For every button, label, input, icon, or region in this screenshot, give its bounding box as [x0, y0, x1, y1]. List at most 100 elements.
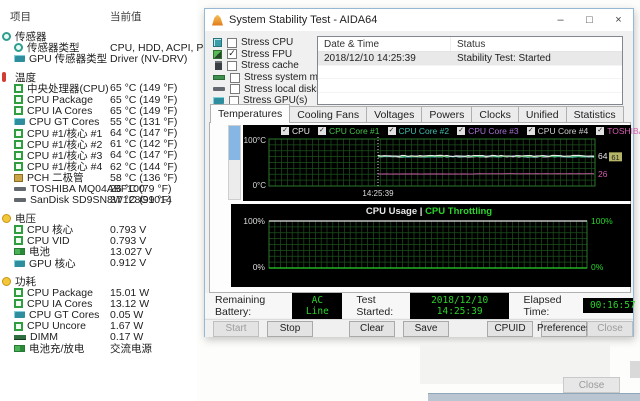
stress-option-label: Stress CPU	[241, 37, 293, 48]
status-lcd-value: 2018/12/10 14:25:39	[410, 293, 510, 319]
chart-tabs: TemperaturesCooling FansVoltagesPowersCl…	[210, 106, 623, 123]
sensor-item-value: 61 °C (142 °F)	[110, 138, 177, 150]
stress-local-disks-checkbox[interactable]	[230, 84, 240, 94]
cpuid-button[interactable]: CPUID	[487, 321, 533, 337]
stress-cpu-checkbox[interactable]	[227, 38, 237, 48]
svg-text:0°C: 0°C	[253, 181, 267, 190]
sensor-item-row[interactable]: SanDisk SD9SN8W128G101437 °C (99 °F)	[0, 195, 197, 206]
log-row[interactable]: 2018/12/10 14:25:39Stability Test: Start…	[318, 52, 622, 66]
stop-button[interactable]: Stop	[267, 321, 313, 337]
sensor-item-label: GPU 核心	[29, 256, 76, 271]
legend-item[interactable]: ✓TOSHIBA MQ04ABF100	[596, 126, 640, 136]
save-button[interactable]: Save	[403, 321, 449, 337]
svg-text:64: 64	[598, 151, 608, 161]
stress-cache-checkbox[interactable]	[227, 61, 237, 71]
chip-icon	[14, 236, 23, 245]
tab-powers[interactable]: Powers	[421, 106, 472, 123]
stress-option-label: Stress FPU	[241, 49, 292, 60]
stability-test-window: System Stability Test - AIDA64 – □ × Str…	[204, 8, 634, 337]
maximize-button[interactable]: □	[575, 9, 604, 31]
legend-label: CPU	[292, 126, 310, 136]
legend-item[interactable]: ✓CPU Core #1	[318, 126, 380, 136]
slider-thumb[interactable]	[229, 126, 240, 160]
stress-system-memory-checkbox[interactable]	[230, 73, 240, 83]
sensor-item-row[interactable]: CPU Package15.01 W	[0, 287, 197, 298]
gpu-icon	[14, 55, 25, 62]
chart-scale-slider[interactable]	[228, 125, 241, 200]
sensor-item-row[interactable]: CPU GT Cores0.05 W	[0, 309, 197, 320]
minimize-button[interactable]: –	[546, 9, 575, 31]
tab-clocks[interactable]: Clocks	[471, 106, 519, 123]
chip-icon	[14, 129, 23, 138]
fpu-icon	[213, 50, 222, 59]
chip-icon	[14, 84, 23, 93]
sensor-item-label: GPU 传感器类型	[29, 51, 107, 66]
clear-button[interactable]: Clear	[349, 321, 395, 337]
sensor-item-row[interactable]: CPU IA Cores 65 °C (149 °F)	[0, 105, 197, 116]
legend-label: CPU Core #4	[538, 126, 589, 136]
sensor-item-row[interactable]: 电池充/放电交流电源	[0, 343, 197, 354]
legend-checkbox-icon[interactable]: ✓	[388, 127, 396, 135]
chip-icon	[14, 162, 23, 171]
background-close-button[interactable]: Close	[563, 377, 620, 393]
aida64-app-icon	[212, 15, 223, 26]
sensor-item-label: CPU IA Cores	[27, 105, 92, 117]
legend-checkbox-icon[interactable]: ✓	[596, 127, 604, 135]
chip-icon	[14, 299, 23, 308]
sensor-item-row[interactable]: CPU Uncore1.67 W	[0, 321, 197, 332]
log-row-empty	[318, 66, 622, 80]
legend-item[interactable]: ✓CPU Core #4	[527, 126, 589, 136]
legend-checkbox-icon[interactable]: ✓	[318, 127, 326, 135]
svg-text:100°C: 100°C	[244, 136, 267, 145]
sensor-group-row: 功耗	[0, 276, 197, 287]
background-window-edge	[428, 393, 640, 401]
sensor-item-value: 0.793 V	[110, 235, 146, 247]
close-button[interactable]: ×	[604, 9, 633, 31]
sensor-item-value: 64 °C (147 °F)	[110, 127, 177, 139]
sensor-item-row[interactable]: PCH 二极管58 °C (136 °F)	[0, 172, 197, 183]
legend-checkbox-icon[interactable]: ✓	[527, 127, 535, 135]
chip-icon	[14, 225, 23, 234]
sensor-item-row[interactable]: GPU 核心 0.912 V	[0, 258, 197, 269]
chip-icon	[14, 95, 23, 104]
sensor-item-row[interactable]: TOSHIBA MQ04ABF10026 °C (79 °F)	[0, 183, 197, 194]
sensor-item-value: 65 °C (149 °F)	[110, 105, 177, 117]
status-label: Elapsed Time:	[523, 294, 575, 318]
tab-unified[interactable]: Unified	[518, 106, 567, 123]
sensor-item-value: 0.912 V	[110, 257, 146, 269]
cpu-usage-chart-plot: CPU Usage | CPU Throttling100%0%100%0%	[231, 204, 631, 287]
disk-icon	[213, 87, 225, 91]
tab-statistics[interactable]: Statistics	[566, 106, 624, 123]
event-log-table[interactable]: Date & Time Status 2018/12/10 14:25:39St…	[317, 36, 623, 105]
legend-label: TOSHIBA MQ04ABF100	[607, 126, 640, 136]
titlebar[interactable]: System Stability Test - AIDA64 – □ ×	[205, 9, 633, 31]
tab-cooling-fans[interactable]: Cooling Fans	[289, 106, 367, 123]
tab-voltages[interactable]: Voltages	[366, 106, 422, 123]
sensor-item-value: 37 °C (99 °F)	[110, 194, 172, 206]
sensor-item-row[interactable]: 中央处理器(CPU)65 °C (149 °F)	[0, 83, 197, 94]
legend-item[interactable]: ✓CPU Core #3	[457, 126, 519, 136]
temperature-chart-plot: 100°C0°C14:25:39646126	[243, 125, 631, 201]
legend-item[interactable]: ✓CPU	[281, 126, 310, 136]
temperature-chart-legend: ✓CPU✓CPU Core #1✓CPU Core #2✓CPU Core #3…	[281, 126, 640, 136]
legend-checkbox-icon[interactable]: ✓	[457, 127, 465, 135]
sensor-item-value: 13.12 W	[110, 298, 149, 310]
status-label: Test Started:	[356, 294, 402, 318]
tab-temperatures[interactable]: Temperatures	[210, 104, 290, 123]
memory-icon	[213, 75, 225, 80]
sensor-item-value: 1.67 W	[110, 320, 143, 332]
start-button: Start	[213, 321, 259, 337]
sensor-item-row[interactable]: GPU 传感器类型Driver (NV-DRV)	[0, 53, 197, 64]
preferences-button[interactable]: Preferences	[541, 321, 587, 337]
sensor-item-row[interactable]: CPU Package65 °C (149 °F)	[0, 94, 197, 105]
svg-text:0%: 0%	[253, 262, 266, 272]
legend-item[interactable]: ✓CPU Core #2	[388, 126, 450, 136]
legend-checkbox-icon[interactable]: ✓	[281, 127, 289, 135]
column-header-value: 当前值	[110, 9, 142, 24]
stress-fpu-checkbox[interactable]	[227, 49, 237, 59]
log-header-status: Status	[451, 37, 622, 51]
sensor-item-row[interactable]: CPU IA Cores13.12 W	[0, 298, 197, 309]
sensor-item-value: 0.793 V	[110, 224, 146, 236]
sensor-item-row[interactable]: CPU 核心0.793 V	[0, 224, 197, 235]
temperature-icon	[2, 72, 6, 82]
